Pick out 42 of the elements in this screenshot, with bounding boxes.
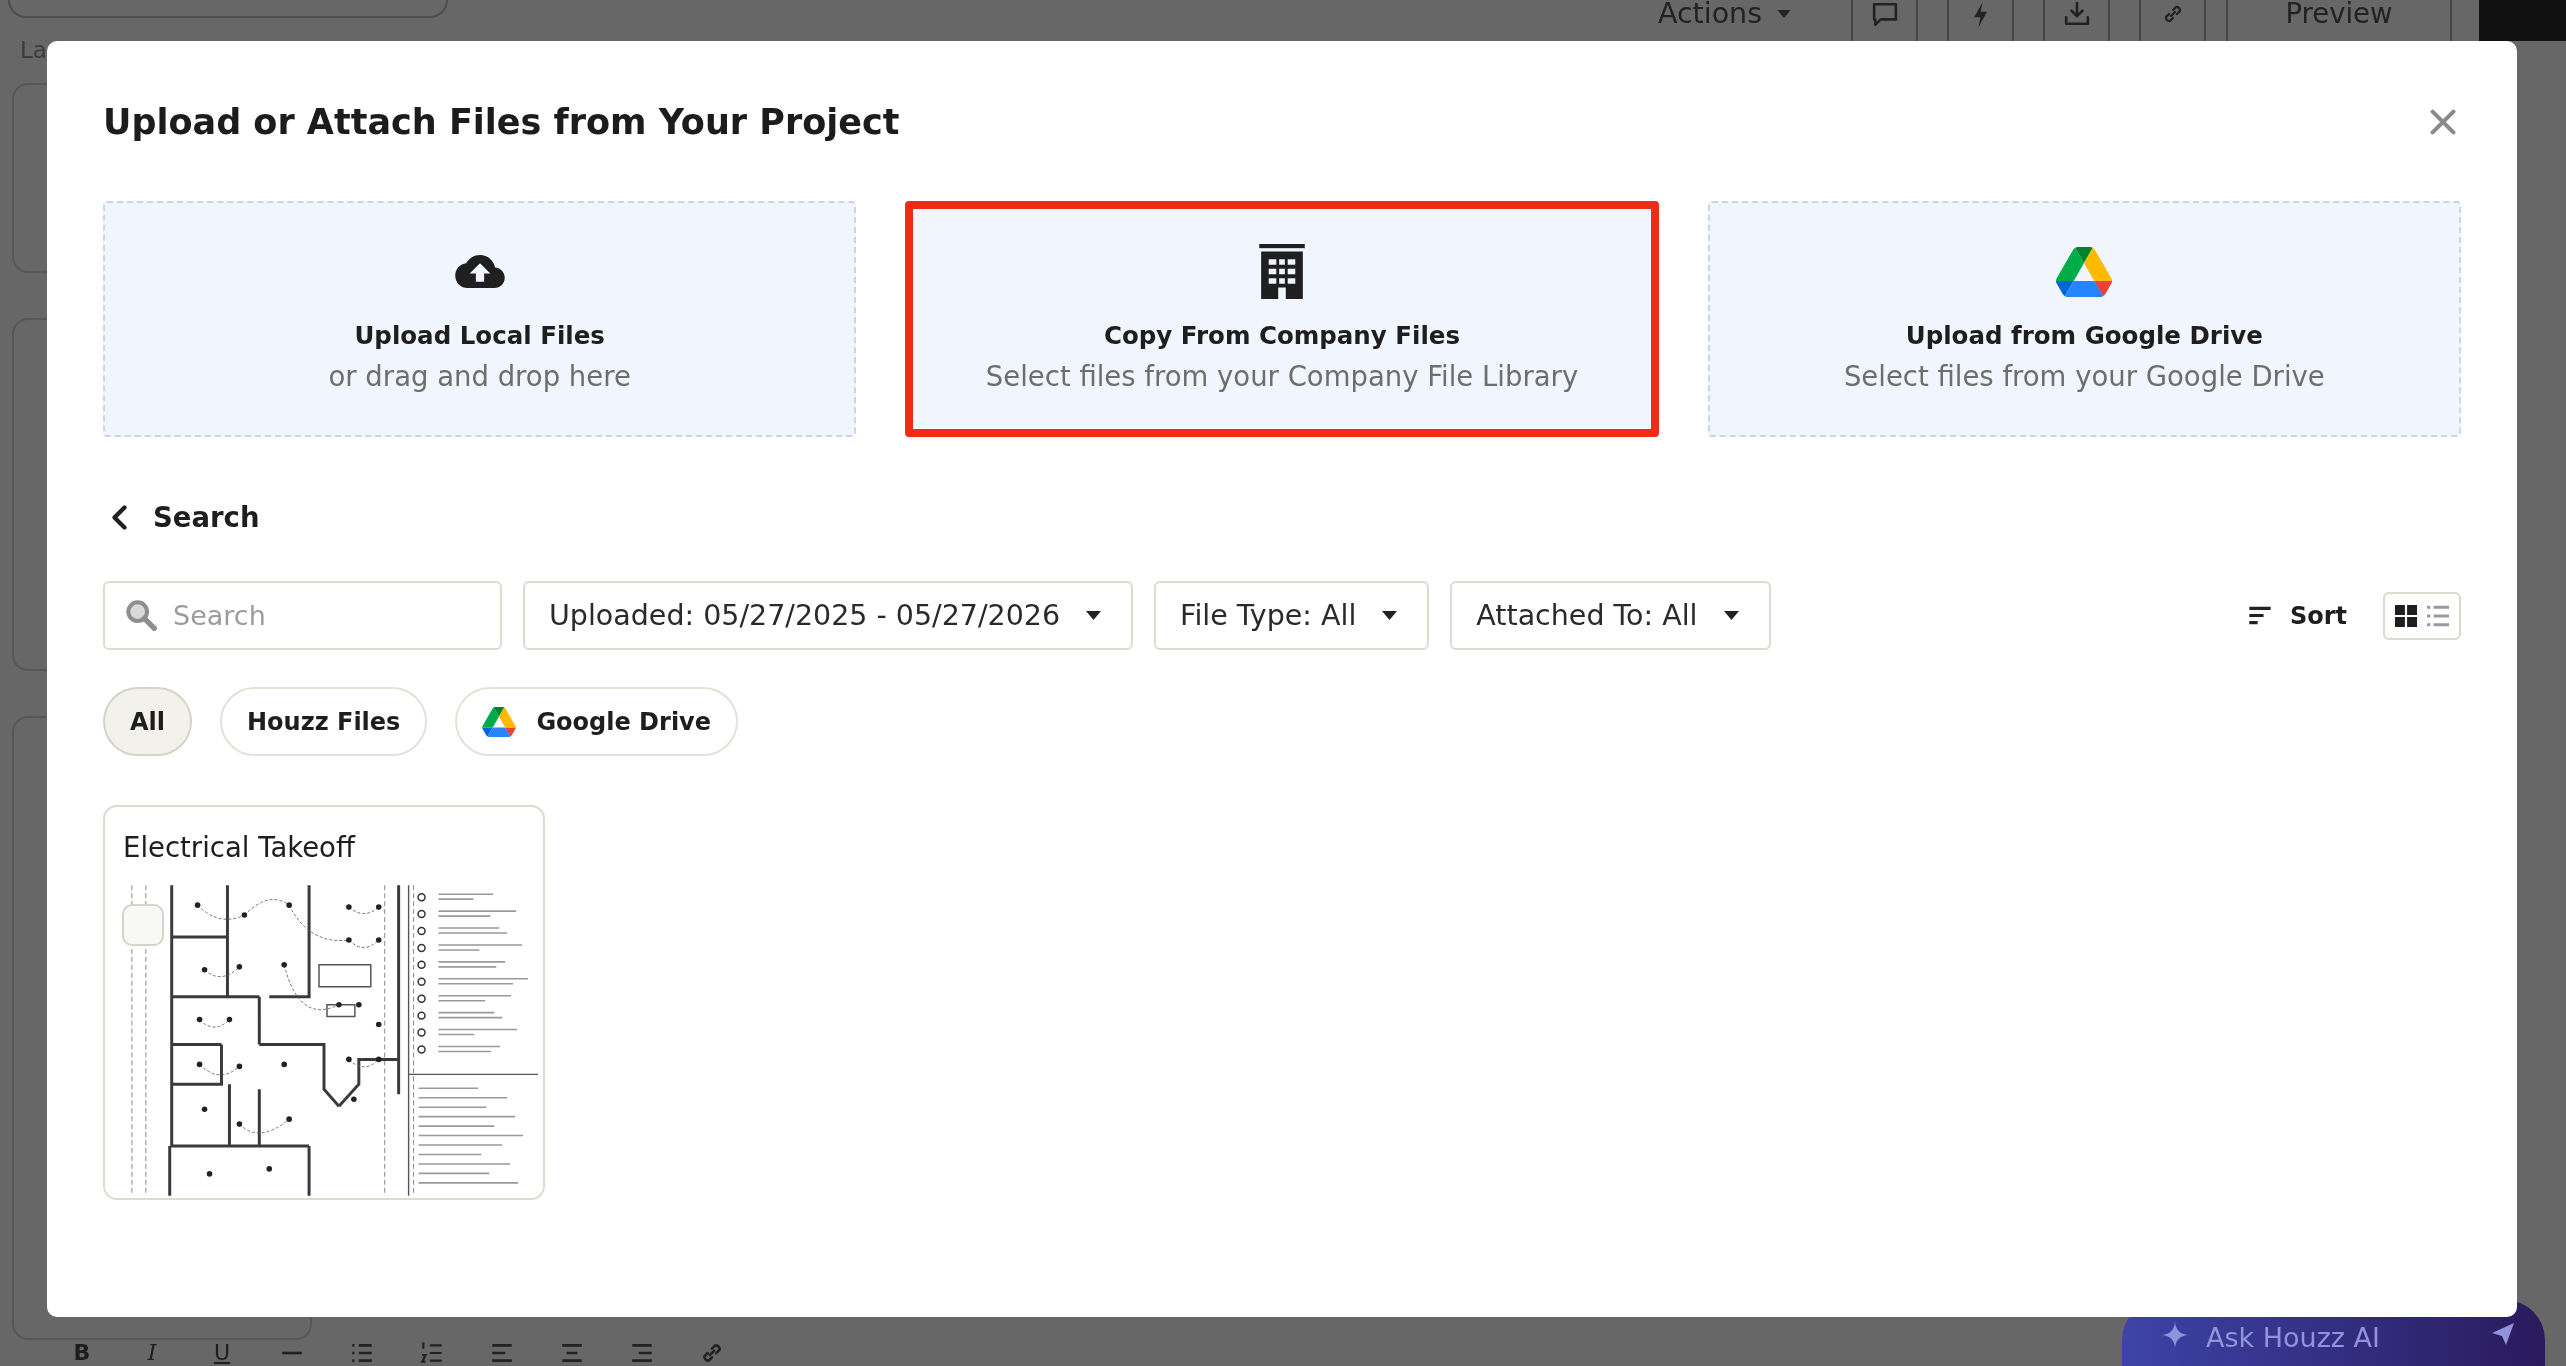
sort-button[interactable]: Sort [2247,601,2347,630]
dialog-title: Upload or Attach Files from Your Project [103,101,900,144]
grid-view-icon[interactable] [2395,604,2417,627]
caret-icon [1777,10,1791,18]
bolt-icon [1973,2,1988,28]
option-subtitle: Select files from your Google Drive [1843,359,2325,394]
chevron-left-icon [112,504,127,530]
text-field[interactable] [8,0,448,18]
source-option-card[interactable]: Copy From Company Files Select files from your Company File Library [905,201,1659,437]
building-icon [1259,244,1305,299]
sort-icon [2247,606,2272,625]
option-title: Upload from Google Drive [1905,320,2263,352]
send-icon [2491,1322,2515,1346]
back-button[interactable]: Search [103,497,260,537]
caret-icon [1086,611,1102,620]
caret-icon [1723,611,1739,620]
triangle-logo-icon [2056,246,2113,297]
filter-dropdown[interactable]: File Type: All [1154,581,1430,650]
close-icon [2430,109,2456,135]
option-subtitle: Select files from your Company File Library [985,359,1579,394]
list-view-icon[interactable] [2427,604,2449,627]
option-title: Copy From Company Files [1103,320,1461,352]
option-subtitle: or drag and drop here [328,359,631,394]
search-field[interactable]: Search [103,581,502,650]
select-checkbox[interactable] [122,904,164,946]
source-filter-chip[interactable]: Houzz Files [220,687,428,756]
cloud-upload-icon [454,255,505,288]
triangle-logo-icon [482,706,517,737]
filter-dropdown[interactable]: Attached To: All [1450,581,1771,650]
source-option-card[interactable]: Upload from Google Drive Select files from your Google Drive [1707,201,2461,437]
file-name: Electrical Takeoff [123,830,355,865]
source-filter-chip[interactable]: All [103,687,193,756]
source-filter-chip[interactable]: Google Drive [455,687,739,756]
source-option-card[interactable]: Upload Local Files or drag and drop here [103,201,857,437]
download-icon [2063,2,2090,26]
search-icon [125,599,157,631]
sparkle-icon [2162,1322,2188,1348]
filter-dropdown[interactable]: Uploaded: 05/27/2025 - 05/27/2026 [523,581,1134,650]
comment-icon [1871,2,1898,26]
caret-icon [1382,611,1398,620]
option-title: Upload Local Files [354,320,605,352]
file-card[interactable]: Electrical Takeoff [103,805,545,1200]
